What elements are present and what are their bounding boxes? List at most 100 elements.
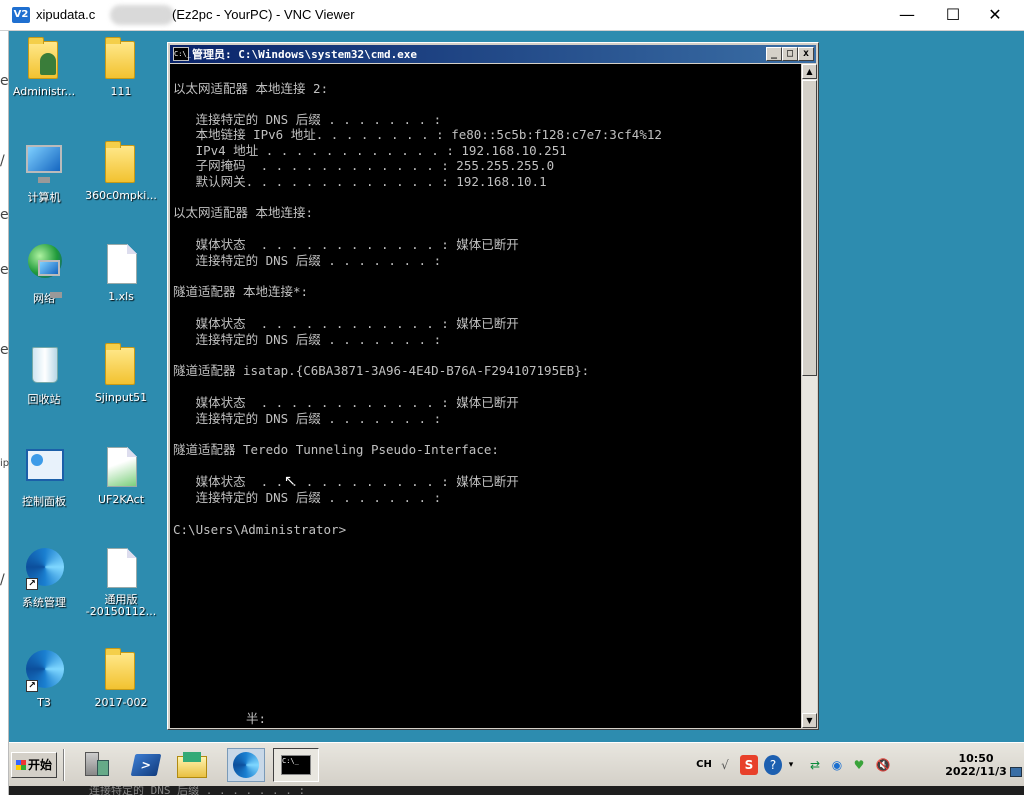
console-line: 本地链接 IPv6 地址. . . . . . . . : fe80::5c5b… [173, 127, 662, 142]
ime-check-icon[interactable]: √ [716, 755, 734, 775]
control-panel-icon [24, 445, 64, 489]
background-window-edge: 连接特定的 DNS 后缀 . . . . . . . : [9, 786, 1024, 795]
scroll-down-arrow-icon[interactable]: ▼ [802, 713, 817, 728]
tray-expand-icon[interactable]: ▾ [786, 755, 796, 775]
cmd-title-bar[interactable]: C:\_ 管理员: C:\Windows\system32\cmd.exe _ … [170, 45, 816, 63]
shield-tray-icon[interactable]: ♥ [850, 755, 868, 775]
taskbar-clock[interactable]: 10:50 2022/11/3 [940, 752, 1012, 778]
document-icon [101, 242, 141, 286]
document-icon [101, 546, 141, 590]
computer-icon [24, 141, 64, 185]
folder-icon [101, 343, 141, 387]
desktop-icon-computer[interactable]: 计算机 [9, 141, 82, 205]
cmd-vertical-scrollbar[interactable]: ▲ ▼ [802, 64, 817, 728]
console-line: 媒体状态 . . . . . . . . . . . . : 媒体已断开 [173, 474, 519, 489]
desktop-icon-2017-002[interactable]: 2017-002 [83, 648, 159, 709]
console-line: 以太网适配器 本地连接 2: [173, 81, 329, 96]
desktop-icon-sjinput51[interactable]: Sjinput51 [83, 343, 159, 404]
cmd-close-button[interactable]: x [798, 47, 814, 61]
desktop-icon-control-panel[interactable]: 控制面板 [9, 445, 82, 509]
vnc-window-title: (Ez2pc - YourPC) - VNC Viewer [172, 7, 355, 22]
desktop-icon-general-edition[interactable]: 通用版 -20150112... [83, 546, 159, 618]
cmd-app-icon: C:\_ [173, 47, 191, 61]
vnc-logo-icon: V2 [12, 7, 30, 23]
console-line: IPv4 地址 . . . . . . . . . . . . : 192.16… [173, 143, 567, 158]
console-line: 子网掩码 . . . . . . . . . . . . : 255.255.2… [173, 158, 555, 173]
console-line: 媒体状态 . . . . . . . . . . . . : 媒体已断开 [173, 237, 519, 252]
console-line: 连接特定的 DNS 后缀 . . . . . . . : [173, 112, 442, 127]
clock-time: 10:50 [958, 752, 994, 765]
globe-tray-icon[interactable]: ◉ [828, 755, 846, 775]
app-shortcut-icon: ↗ [24, 546, 64, 590]
console-line: 默认网关. . . . . . . . . . . . . : 192.168.… [173, 174, 547, 189]
background-console-text: 连接特定的 DNS 后缀 . . . . . . . : [89, 786, 306, 795]
background-text: e [0, 262, 9, 278]
cmd-window[interactable]: C:\_ 管理员: C:\Windows\system32\cmd.exe _ … [167, 42, 819, 730]
desktop-icon-t3[interactable]: ↗ T3 [9, 648, 82, 709]
cmd-task-icon: C:\_ [281, 755, 311, 775]
background-window-edge: e / e e e ip / [0, 31, 9, 795]
console-line: 连接特定的 DNS 后缀 . . . . . . . : [173, 332, 442, 347]
minimize-button[interactable]: — [884, 0, 930, 31]
folder-icon [101, 141, 141, 185]
scroll-up-arrow-icon[interactable]: ▲ [802, 64, 817, 79]
desktop-icon-uf2kact[interactable]: UF2KAct [83, 445, 159, 506]
background-text: / [0, 153, 5, 169]
desktop-icon-recycle-bin[interactable]: 回收站 [9, 343, 82, 407]
console-line: 连接特定的 DNS 后缀 . . . . . . . : [173, 253, 442, 268]
console-line: 隧道适配器 isatap.{C6BA3871-3A96-4E4D-B76A-F2… [173, 363, 590, 378]
system-tray[interactable]: CH √ S ? ▾ ⇄ ◉ ♥ 🔇 10:50 2022/11/3 [692, 749, 1022, 781]
background-text: e [0, 73, 9, 89]
taskbar-separator [63, 749, 65, 781]
console-line: 隧道适配器 Teredo Tunneling Pseudo-Interface: [173, 442, 499, 457]
desktop-icon-network[interactable]: 网络 [9, 242, 82, 306]
vnc-title-bar[interactable]: V2 xipudata.c (Ez2pc - YourPC) - VNC Vie… [0, 0, 1024, 31]
powershell-icon[interactable]: > [130, 750, 162, 780]
language-indicator[interactable]: CH [692, 755, 716, 775]
file-explorer-icon[interactable] [177, 750, 207, 780]
maximize-button[interactable]: ☐ [930, 0, 976, 31]
windows-flag-icon [15, 760, 26, 770]
cmd-minimize-button[interactable]: _ [766, 47, 782, 61]
recycle-bin-icon [24, 343, 64, 387]
background-text: e [0, 207, 9, 223]
console-line: 媒体状态 . . . . . . . . . . . . : 媒体已断开 [173, 316, 519, 331]
desktop-icon-system-admin[interactable]: ↗ 系统管理 [9, 546, 82, 610]
sogou-ime-icon[interactable]: S [740, 755, 758, 775]
desktop-icon-360[interactable]: 360c0mpki... [83, 141, 159, 202]
show-desktop-icon[interactable] [1010, 767, 1022, 777]
vnc-window-title-host: xipudata.c [36, 7, 96, 22]
background-text: / [0, 572, 5, 588]
cmd-console-output[interactable]: 以太网适配器 本地连接 2: 连接特定的 DNS 后缀 . . . . . . … [170, 64, 801, 728]
app-swirl-task-icon[interactable] [227, 748, 265, 782]
document-icon [101, 445, 141, 489]
console-line: 媒体状态 . . . . . . . . . . . . : 媒体已断开 [173, 395, 519, 410]
console-prompt[interactable]: C:\Users\Administrator> [173, 523, 346, 537]
taskbar-cmd-button[interactable]: C:\_ [273, 748, 319, 782]
folder-icon [101, 648, 141, 692]
background-text: ip [0, 458, 9, 469]
network-icon [24, 242, 64, 298]
scrollbar-thumb[interactable] [802, 80, 817, 376]
folder-icon [101, 37, 141, 81]
console-line: 连接特定的 DNS 后缀 . . . . . . . : [173, 490, 442, 505]
background-text: e [0, 342, 9, 358]
desktop-icon-xls[interactable]: 1.xls [83, 242, 159, 303]
desktop-icon-administrator[interactable]: Administr... [9, 37, 82, 98]
clock-date: 2022/11/3 [945, 765, 1007, 778]
speaker-muted-icon[interactable]: 🔇 [872, 755, 894, 775]
desktop-icon-111[interactable]: 111 [83, 37, 159, 98]
console-line: 以太网适配器 本地连接: [173, 205, 314, 220]
console-line: 连接特定的 DNS 后缀 . . . . . . . : [173, 411, 442, 426]
start-button[interactable]: 开始 [11, 752, 57, 778]
redacted-host-blur [110, 5, 174, 25]
start-label: 开始 [27, 758, 52, 772]
taskbar[interactable]: 开始 > C:\_ CH √ S ? ▾ ⇄ ◉ ♥ 🔇 10:50 2022/… [9, 742, 1024, 786]
server-manager-icon[interactable] [81, 750, 111, 780]
ime-status: 半: [246, 711, 267, 726]
help-icon[interactable]: ? [764, 755, 782, 775]
cmd-maximize-button[interactable]: □ [782, 47, 798, 61]
close-button[interactable]: ✕ [972, 0, 1018, 31]
network-tray-icon[interactable]: ⇄ [804, 755, 826, 775]
console-line: 隧道适配器 本地连接*: [173, 284, 309, 299]
